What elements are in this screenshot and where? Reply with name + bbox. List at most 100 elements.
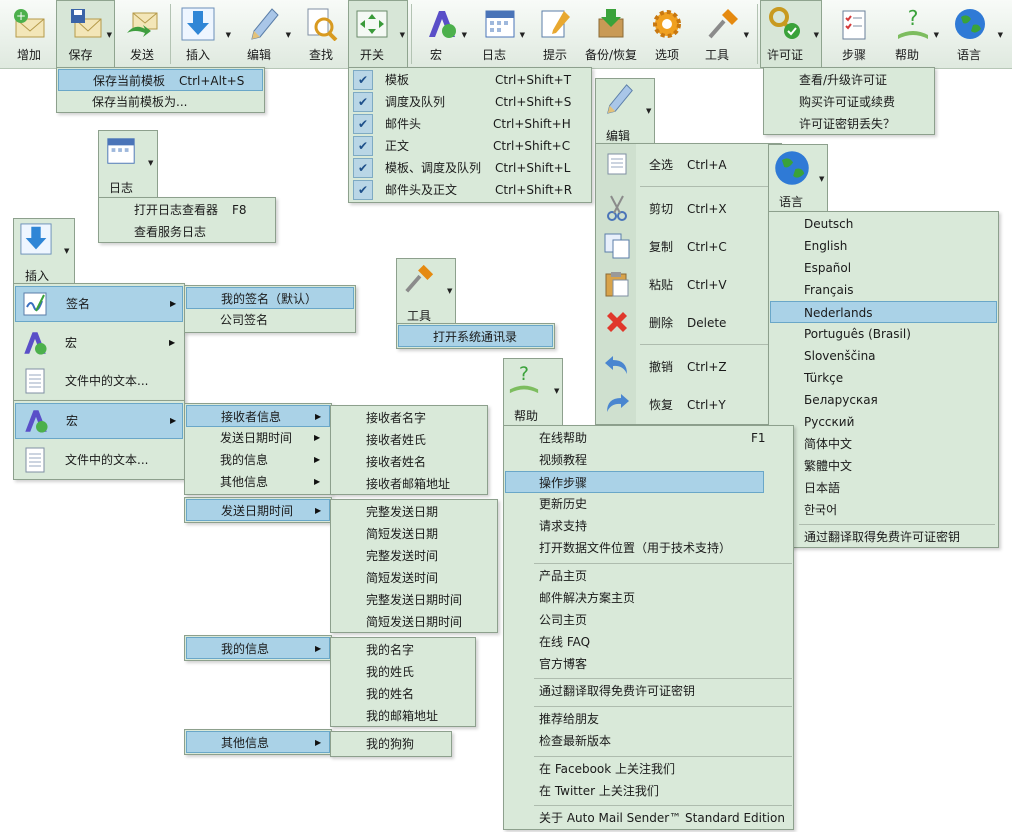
menu-item-switch-schedule[interactable]: ✔ 调度及队列 Ctrl+Shift+S <box>351 91 589 113</box>
menu-item-switch-header-body[interactable]: ✔ 邮件头及正文 Ctrl+Shift+R <box>351 179 589 201</box>
menu-item-view-service-log[interactable]: 查看服务日志 <box>100 221 274 243</box>
menu-item-my-info[interactable]: 我的信息 ▶ <box>186 449 330 471</box>
chevron-down-icon[interactable]: ▼ <box>554 387 559 395</box>
menu-item-my-signature[interactable]: 我的签名（默认） <box>186 287 354 309</box>
menu-item-lost-key[interactable]: 许可证密钥丢失？ <box>765 113 933 135</box>
menu-item-online-faq[interactable]: 在线 FAQ <box>505 631 792 653</box>
menu-item-full-send-datetime[interactable]: 完整发送日期时间 <box>332 589 496 611</box>
toolbar-send-button[interactable]: 发送 <box>117 0 167 68</box>
chevron-down-icon[interactable]: ▼ <box>107 31 112 39</box>
menu-item-request-support[interactable]: 请求支持 <box>505 515 792 537</box>
menu-item-steps[interactable]: 操作步骤 <box>505 471 764 493</box>
menu-item-translate-free-key[interactable]: 通过翻译取得免费许可证密钥 <box>770 526 997 548</box>
edit-button[interactable]: ▼ 编辑 <box>595 78 655 144</box>
menu-item-switch-header[interactable]: ✔ 邮件头 Ctrl+Shift+H <box>351 113 589 135</box>
chevron-down-icon[interactable]: ▼ <box>819 175 824 183</box>
language-item[interactable]: Français <box>770 279 997 301</box>
menu-item-cut[interactable]: 剪切 Ctrl+X <box>597 195 780 221</box>
menu-item-product-home[interactable]: 产品主页 <box>505 565 792 587</box>
menu-item-undo[interactable]: 撤销 Ctrl+Z <box>597 356 780 378</box>
language-button[interactable]: ▼ 语言 <box>768 144 828 212</box>
chevron-down-icon[interactable]: ▼ <box>646 107 651 115</box>
toolbar-steps-button[interactable]: 步骤 <box>826 0 882 68</box>
menu-item-switch-template-schedule[interactable]: ✔ 模板、调度及队列 Ctrl+Shift+L <box>351 157 589 179</box>
chevron-down-icon[interactable]: ▼ <box>814 31 819 39</box>
toolbar-language-button[interactable]: 语言 ▼ <box>944 0 1006 68</box>
menu-item-full-send-time[interactable]: 完整发送时间 <box>332 545 496 567</box>
menu-item-switch-body[interactable]: ✔ 正文 Ctrl+Shift+C <box>351 135 589 157</box>
menu-item-my-info[interactable]: 我的信息 ▶ <box>186 637 330 659</box>
toolbar-edit-button[interactable]: 编辑 ▼ <box>236 0 294 68</box>
menu-item-text-from-file[interactable]: 文件中的文本... <box>15 363 183 399</box>
language-item[interactable]: Türkçe <box>770 367 997 389</box>
chevron-down-icon[interactable]: ▼ <box>148 159 153 167</box>
menu-item-company-home[interactable]: 公司主页 <box>505 609 792 631</box>
menu-item-short-send-time[interactable]: 简短发送时间 <box>332 567 496 589</box>
language-item-selected[interactable]: ✔简体中文 <box>770 433 997 455</box>
toolbar-tools-button[interactable]: 工具 ▼ <box>694 0 752 68</box>
chevron-down-icon[interactable]: ▼ <box>998 31 1003 39</box>
menu-item-online-help[interactable]: 在线帮助 F1 <box>505 427 792 449</box>
menu-item-signature[interactable]: 签名 ▶ <box>15 286 183 322</box>
menu-item-open-log-viewer[interactable]: 打开日志查看器 F8 <box>100 199 274 221</box>
chevron-down-icon[interactable]: ▼ <box>64 247 69 255</box>
menu-item-save-template-as[interactable]: 保存当前模板为... <box>58 91 263 113</box>
menu-item-recommend[interactable]: 推荐给朋友 <box>505 708 792 730</box>
language-item[interactable]: English <box>770 235 997 257</box>
language-item[interactable]: Deutsch <box>770 213 997 235</box>
toolbar-tips-button[interactable]: 提示 <box>530 0 580 68</box>
chevron-down-icon[interactable]: ▼ <box>400 31 405 39</box>
language-item[interactable]: Русский <box>770 411 997 433</box>
menu-item-send-date[interactable]: 发送日期时间 ▶ <box>186 427 330 449</box>
menu-item-recipient-first-name[interactable]: 接收者名字 <box>332 407 486 429</box>
menu-item-select-all[interactable]: 全选 Ctrl+A <box>597 153 780 176</box>
language-item[interactable]: 繁體中文 <box>770 455 997 477</box>
toolbar-save-button[interactable]: 保存 ▼ <box>56 0 115 68</box>
menu-item-redo[interactable]: 恢复 Ctrl+Y <box>597 394 780 416</box>
language-item[interactable]: 한국어 <box>770 499 997 521</box>
log-button[interactable]: ▼ 日志 <box>98 130 158 198</box>
toolbar-log-button[interactable]: 日志 ▼ <box>472 0 528 68</box>
menu-item-my-email[interactable]: 我的邮箱地址 <box>332 705 474 727</box>
menu-item-text-from-file[interactable]: 文件中的文本... <box>15 442 183 478</box>
toolbar-options-button[interactable]: 选项 <box>642 0 692 68</box>
chevron-down-icon[interactable]: ▼ <box>226 31 231 39</box>
toolbar-backup-button[interactable]: 备份/恢复 <box>582 0 640 68</box>
menu-item-check-update[interactable]: 检查最新版本 <box>505 730 792 752</box>
menu-item-company-signature[interactable]: 公司签名 <box>186 309 354 331</box>
menu-item-short-send-date[interactable]: 简短发送日期 <box>332 523 496 545</box>
toolbar-insert-button[interactable]: 插入 ▼ <box>174 0 234 68</box>
help-button[interactable]: ? ▼ 帮助 <box>503 358 563 426</box>
menu-item-view-license[interactable]: 查看/升级许可证 <box>765 69 933 91</box>
menu-item-my-full-name[interactable]: 我的姓名 <box>332 683 474 705</box>
toolbar-license-button[interactable]: 许可证 ▼ <box>760 0 822 68</box>
menu-item-open-address-book[interactable]: 打开系统通讯录 <box>398 325 553 347</box>
menu-item-my-first-name[interactable]: 我的名字 <box>332 639 474 661</box>
menu-item-paste[interactable]: 粘贴 Ctrl+V <box>597 272 780 297</box>
menu-item-translate-free-key[interactable]: 通过翻译取得免费许可证密钥 <box>505 680 792 702</box>
menu-item-short-send-datetime[interactable]: 简短发送日期时间 <box>332 611 496 633</box>
menu-item-recipient-last-name[interactable]: 接收者姓氏 <box>332 429 486 451</box>
menu-item-macro[interactable]: 宏 ▶ <box>15 403 183 439</box>
menu-item-about[interactable]: 关于 Auto Mail Sender™ Standard Edition <box>505 807 792 829</box>
chevron-down-icon[interactable]: ▼ <box>934 31 939 39</box>
menu-item-official-blog[interactable]: 官方博客 <box>505 653 792 675</box>
toolbar-macro-button[interactable]: 宏 ▼ <box>414 0 470 68</box>
chevron-down-icon[interactable]: ▼ <box>286 31 291 39</box>
menu-item-recipient-full-name[interactable]: 接收者姓名 <box>332 451 486 473</box>
menu-item-mail-solutions-home[interactable]: 邮件解决方案主页 <box>505 587 792 609</box>
menu-item-other-info[interactable]: 其他信息 ▶ <box>186 731 330 753</box>
toolbar-add-button[interactable]: + 增加 <box>4 0 54 68</box>
menu-item-save-template[interactable]: 保存当前模板 Ctrl+Alt+S <box>58 69 263 91</box>
menu-item-buy-license[interactable]: 购买许可证或续费 <box>765 91 933 113</box>
menu-item-delete[interactable]: 删除 Delete <box>597 312 780 334</box>
menu-item-full-send-date[interactable]: 完整发送日期 <box>332 501 496 523</box>
menu-item-my-last-name[interactable]: 我的姓氏 <box>332 661 474 683</box>
language-item[interactable]: Português (Brasil) <box>770 323 997 345</box>
menu-item-switch-template[interactable]: ✔ 模板 Ctrl+Shift+T <box>351 69 589 91</box>
menu-item-recipient-email[interactable]: 接收者邮箱地址 <box>332 473 486 495</box>
menu-item-other-info[interactable]: 其他信息 ▶ <box>186 471 330 493</box>
chevron-down-icon[interactable]: ▼ <box>447 287 452 295</box>
chevron-down-icon[interactable]: ▼ <box>520 31 525 39</box>
menu-item-copy[interactable]: 复制 Ctrl+C <box>597 233 780 259</box>
